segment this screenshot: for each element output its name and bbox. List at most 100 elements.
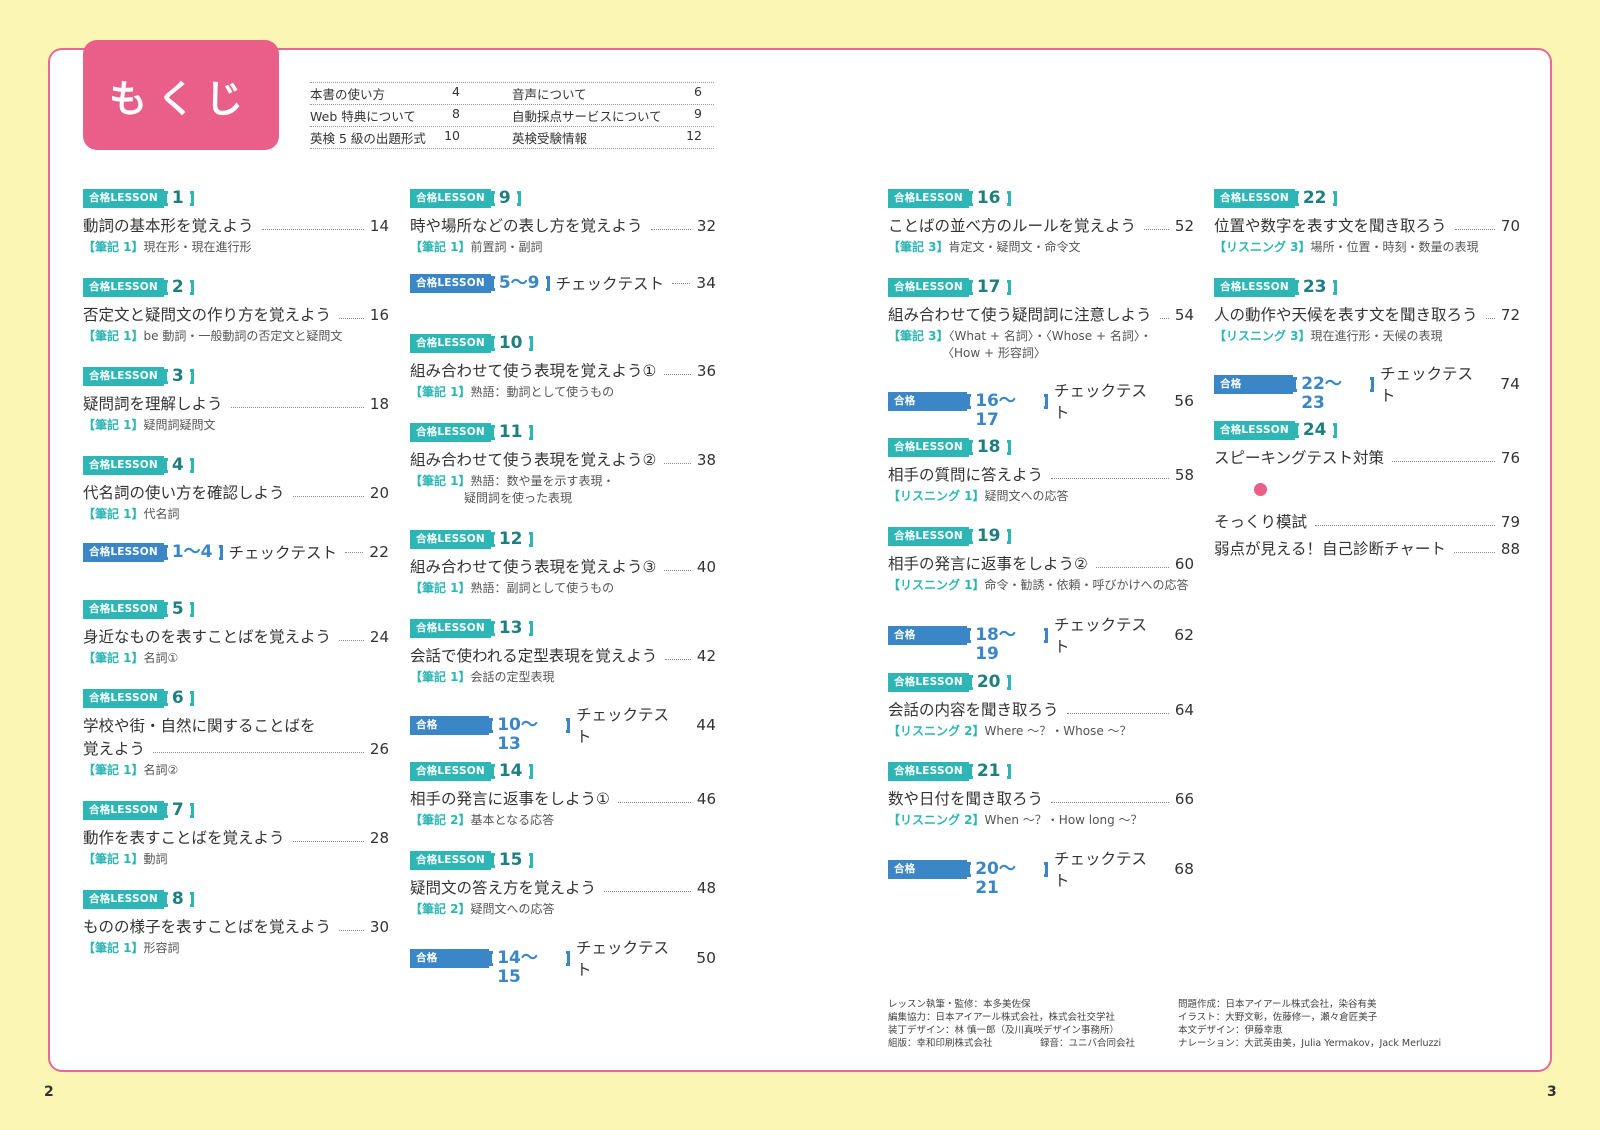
section-tag: 【リスニング 1】	[888, 578, 985, 592]
lesson-17[interactable]: 合格LESSON 17 組み合わせて使う疑問詞に注意しよう 54 【筆記 3】〈Wh…	[888, 275, 1194, 362]
leader-dots	[665, 659, 691, 660]
lesson-24[interactable]: 合格LESSON 24 スピーキングテスト対策 76	[1214, 418, 1520, 468]
lesson-subtitle: 【筆記 2】基本となる応答	[410, 812, 716, 829]
front-page: 6	[694, 84, 702, 99]
badge-label: 合格LESSON	[83, 456, 164, 475]
lesson-22[interactable]: 合格LESSON 22 位置や数字を表す文を聞き取ろう 70 【リスニング 3】場所…	[1214, 186, 1520, 256]
extra-title: そっくり模試	[1214, 513, 1308, 531]
lesson-title-line: 疑問詞を理解しよう 18	[83, 394, 389, 414]
page-number: 26	[369, 740, 389, 758]
lesson-subtitle: 【筆記 1】熟語：動詞として使うもの	[410, 384, 716, 401]
lesson-title-line: 覚えよう 26	[83, 739, 389, 759]
lesson-title-line: 疑問文の答え方を覚えよう 48	[410, 878, 716, 898]
lesson-5[interactable]: 合格LESSON 5 身近なものを表すことばを覚えよう 24 【筆記 1】名詞①	[83, 597, 389, 667]
lesson-title-line: ものの様子を表すことばを覚えよう 30	[83, 917, 389, 937]
lesson-18[interactable]: 合格LESSON 18 相手の質問に答えよう 58 【リスニング 1】疑問文への応答	[888, 435, 1194, 505]
checktest-20-21[interactable]: 合格LESSON 20～21 チェックテスト 68	[888, 847, 1194, 897]
page-number: 22	[369, 543, 389, 561]
lesson-number: 9	[490, 189, 521, 208]
front-item[interactable]: 自動採点サービスについて 9	[512, 106, 714, 125]
lesson-number: 6	[163, 689, 194, 708]
leader-dots	[1095, 567, 1169, 568]
lesson-title-line: 位置や数字を表す文を聞き取ろう 70	[1214, 216, 1520, 236]
lesson-23[interactable]: 合格LESSON 23 人の動作や天候を表す文を聞き取ろう 72 【リスニング 3】…	[1214, 275, 1520, 345]
lesson-12[interactable]: 合格LESSON 12 組み合わせて使う表現を覚えよう③ 40 【筆記 1】熟語：副…	[410, 527, 716, 597]
lesson-badge: 合格LESSON 20	[888, 673, 1011, 692]
page-number: 56	[1174, 392, 1194, 410]
lesson-4[interactable]: 合格LESSON 4 代名詞の使い方を確認しよう 20 【筆記 1】代名詞	[83, 453, 389, 523]
lesson-7[interactable]: 合格LESSON 7 動作を表すことばを覚えよう 28 【筆記 1】動詞	[83, 798, 389, 868]
leader-dots	[339, 318, 364, 319]
lesson-badge: 合格LESSON 12	[410, 530, 533, 549]
checktest-badge: 合格LESSON 5～9	[410, 273, 550, 293]
lesson-title: 人の動作や天候を表す文を聞き取ろう	[1214, 306, 1478, 324]
subtitle-text: be 動詞・一般動詞の否定文と疑問文	[143, 329, 343, 343]
subtitle-text: 現在形・現在進行形	[143, 240, 252, 254]
front-item[interactable]: 英検受験情報 12	[512, 128, 714, 147]
front-matter-table: 本書の使い方 4 音声について 6 Web 特典について 8 自動採点サービスについて…	[310, 82, 714, 149]
lesson-title-line: 相手の発言に返事をしよう① 46	[410, 789, 716, 809]
lesson-6[interactable]: 合格LESSON 6 学校や街・自然に関することばを 覚えよう 26 【筆記 1】名…	[83, 686, 389, 779]
lesson-21[interactable]: 合格LESSON 21 数や日付を聞き取ろう 66 【リスニング 2】When ～？…	[888, 759, 1194, 829]
checktest-5-9[interactable]: 合格LESSON 5～9 チェックテスト 34	[410, 272, 716, 294]
lesson-20[interactable]: 合格LESSON 20 会話の内容を聞き取ろう 64 【リスニング 2】Where …	[888, 670, 1194, 740]
badge-label: 合格LESSON	[83, 278, 164, 297]
mock-exam[interactable]: そっくり模試 79	[1214, 504, 1520, 532]
leader-dots	[1454, 229, 1495, 230]
lesson-title: 相手の質問に答えよう	[888, 466, 1044, 484]
lesson-13[interactable]: 合格LESSON 13 会話で使われる定型表現を覚えよう 42 【筆記 1】会話の定…	[410, 616, 716, 686]
lesson-subtitle: 【筆記 1】名詞①	[83, 650, 389, 667]
lesson-10[interactable]: 合格LESSON 10 組み合わせて使う表現を覚えよう① 36 【筆記 1】熟語：動…	[410, 331, 716, 401]
bullet-dot-icon	[1254, 483, 1267, 496]
checktest-label: チェックテスト	[555, 275, 665, 293]
front-row: 英検 5 級の出題形式 10 英検受験情報 12	[310, 127, 714, 149]
lesson-1[interactable]: 合格LESSON 1 動詞の基本形を覚えよう 14 【筆記 1】現在形・現在進行形	[83, 186, 389, 256]
lesson-11[interactable]: 合格LESSON 11 組み合わせて使う表現を覚えよう② 38 【筆記 1】熟語：数…	[410, 420, 716, 507]
page-title: もくじ	[83, 40, 279, 150]
page-number: 52	[1174, 217, 1194, 235]
front-item[interactable]: 本書の使い方 4	[310, 84, 512, 103]
checktest-14-15[interactable]: 合格LESSON 14～15 チェックテスト 50	[410, 936, 716, 986]
badge-label: 合格LESSON	[410, 423, 491, 442]
lesson-number: 15	[490, 851, 533, 870]
lesson-16[interactable]: 合格LESSON 16 ことばの並べ方のルールを覚えよう 52 【筆記 3】肯定文・…	[888, 186, 1194, 256]
page-number: 66	[1174, 790, 1194, 808]
lesson-range: 14～15	[489, 948, 570, 986]
subtitle-text: 疑問詞疑問文	[143, 418, 216, 432]
badge-label: 合格LESSON	[410, 762, 491, 781]
lesson-2[interactable]: 合格LESSON 2 否定文と疑問文の作り方を覚えよう 16 【筆記 1】be 動詞…	[83, 275, 389, 345]
checktest-10-13[interactable]: 合格LESSON 10～13 チェックテスト 44	[410, 703, 716, 753]
lesson-title-first-line: 学校や街・自然に関することばを	[83, 717, 316, 735]
lesson-subtitle: 【リスニング 3】現在進行形・天候の表現	[1214, 328, 1520, 345]
lesson-15[interactable]: 合格LESSON 15 疑問文の答え方を覚えよう 48 【筆記 2】疑問文への応答	[410, 848, 716, 918]
lesson-title: 組み合わせて使う疑問詞に注意しよう	[888, 306, 1152, 324]
checktest-18-19[interactable]: 合格LESSON 18～19 チェックテスト 62	[888, 613, 1194, 663]
extra-title: 弱点が見える！自己診断チャート	[1214, 540, 1446, 558]
checktest-22-23[interactable]: 合格LESSON 22～23 チェックテスト 74	[1214, 362, 1520, 412]
lesson-title: ことばの並べ方のルールを覚えよう	[888, 217, 1137, 235]
leader-dots	[672, 282, 691, 284]
checktest-label: チェックテスト	[575, 939, 669, 979]
lesson-14[interactable]: 合格LESSON 14 相手の発言に返事をしよう① 46 【筆記 2】基本となる応答	[410, 759, 716, 829]
page-number: 68	[1174, 860, 1194, 878]
page-number: 20	[369, 484, 389, 502]
lesson-number: 4	[163, 456, 194, 475]
checktest-1-4[interactable]: 合格LESSON 1～4 チェックテスト 22	[83, 541, 389, 563]
lesson-3[interactable]: 合格LESSON 3 疑問詞を理解しよう 18 【筆記 1】疑問詞疑問文	[83, 364, 389, 434]
front-item[interactable]: 英検 5 級の出題形式 10	[310, 128, 512, 147]
checktest-16-17[interactable]: 合格LESSON 16～17 チェックテスト 56	[888, 379, 1194, 429]
front-item[interactable]: 音声について 6	[512, 84, 714, 103]
lesson-number: 21	[968, 762, 1011, 781]
front-item[interactable]: Web 特典について 8	[310, 106, 512, 125]
lesson-8[interactable]: 合格LESSON 8 ものの様子を表すことばを覚えよう 30 【筆記 1】形容詞	[83, 887, 389, 957]
lesson-subtitle: 【リスニング 2】Where ～？・Whose ～？	[888, 723, 1194, 740]
lesson-range: 20～21	[967, 859, 1048, 897]
leader-dots	[650, 229, 691, 230]
lesson-9[interactable]: 合格LESSON 9 時や場所などの表し方を覚えよう 32 【筆記 1】前置詞・副詞	[410, 186, 716, 256]
lesson-19[interactable]: 合格LESSON 19 相手の発言に返事をしよう② 60 【リスニング 1】命令・勧…	[888, 524, 1194, 594]
self-diagnosis-chart[interactable]: 弱点が見える！自己診断チャート 88	[1214, 531, 1520, 559]
lesson-range: 16～17	[967, 391, 1048, 429]
lesson-title: ものの様子を表すことばを覚えよう	[83, 918, 332, 936]
section-tag: 【筆記 1】	[83, 763, 144, 777]
badge-label: 合格LESSON	[888, 859, 968, 894]
